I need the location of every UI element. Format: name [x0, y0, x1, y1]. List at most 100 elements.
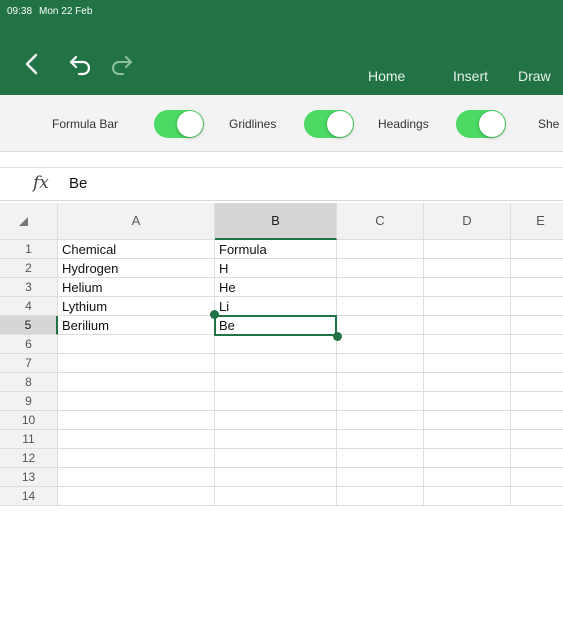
cell-d3[interactable]	[424, 278, 511, 297]
undo-icon[interactable]	[67, 50, 95, 78]
tab-draw[interactable]: Draw	[518, 68, 551, 84]
cell-d2[interactable]	[424, 259, 511, 278]
cell-c3[interactable]	[337, 278, 424, 297]
cell-e9[interactable]	[511, 392, 563, 411]
column-header-b[interactable]: B	[215, 203, 337, 240]
cell-d1[interactable]	[424, 240, 511, 259]
cell-c14[interactable]	[337, 487, 424, 506]
cell-a4[interactable]: Lythium	[58, 297, 215, 316]
row-header-12[interactable]: 12	[0, 449, 58, 468]
selection-handle-bottom-right[interactable]	[333, 332, 342, 341]
cell-d7[interactable]	[424, 354, 511, 373]
cell-e4[interactable]	[511, 297, 563, 316]
cell-a1[interactable]: Chemical	[58, 240, 215, 259]
cell-d8[interactable]	[424, 373, 511, 392]
cell-a9[interactable]	[58, 392, 215, 411]
cell-c1[interactable]	[337, 240, 424, 259]
column-header-e[interactable]: E	[511, 203, 563, 240]
cell-d12[interactable]	[424, 449, 511, 468]
row-header-1[interactable]: 1	[0, 240, 58, 259]
back-icon[interactable]	[18, 50, 46, 78]
redo-icon[interactable]	[107, 50, 135, 78]
cell-a10[interactable]	[58, 411, 215, 430]
formula-bar-toggle[interactable]	[154, 110, 204, 138]
cell-a6[interactable]	[58, 335, 215, 354]
cell-b13[interactable]	[215, 468, 337, 487]
cell-b7[interactable]	[215, 354, 337, 373]
cell-b14[interactable]	[215, 487, 337, 506]
cell-a11[interactable]	[58, 430, 215, 449]
cell-b11[interactable]	[215, 430, 337, 449]
cell-e5[interactable]	[511, 316, 563, 335]
row-header-2[interactable]: 2	[0, 259, 58, 278]
column-header-c[interactable]: C	[337, 203, 424, 240]
cell-c4[interactable]	[337, 297, 424, 316]
tab-home[interactable]: Home	[368, 68, 405, 84]
cell-a12[interactable]	[58, 449, 215, 468]
cell-d5[interactable]	[424, 316, 511, 335]
cell-a13[interactable]	[58, 468, 215, 487]
cell-d10[interactable]	[424, 411, 511, 430]
cell-e7[interactable]	[511, 354, 563, 373]
row-header-10[interactable]: 10	[0, 411, 58, 430]
cell-a5[interactable]: Berilium	[58, 316, 215, 335]
row-header-3[interactable]: 3	[0, 278, 58, 297]
row-header-4[interactable]: 4	[0, 297, 58, 316]
cell-d4[interactable]	[424, 297, 511, 316]
cell-e10[interactable]	[511, 411, 563, 430]
cell-e1[interactable]	[511, 240, 563, 259]
row-header-13[interactable]: 13	[0, 468, 58, 487]
tab-insert[interactable]: Insert	[453, 68, 488, 84]
cell-c5[interactable]	[337, 316, 424, 335]
cell-e14[interactable]	[511, 487, 563, 506]
selection-handle-top-left[interactable]	[210, 310, 219, 319]
gridlines-toggle[interactable]	[304, 110, 354, 138]
cell-d14[interactable]	[424, 487, 511, 506]
cell-d9[interactable]	[424, 392, 511, 411]
cell-c13[interactable]	[337, 468, 424, 487]
cell-e8[interactable]	[511, 373, 563, 392]
cell-e11[interactable]	[511, 430, 563, 449]
row-header-7[interactable]: 7	[0, 354, 58, 373]
cell-b6[interactable]	[215, 335, 337, 354]
row-header-9[interactable]: 9	[0, 392, 58, 411]
cell-c12[interactable]	[337, 449, 424, 468]
cell-b1[interactable]: Formula	[215, 240, 337, 259]
cell-b4[interactable]: Li	[215, 297, 337, 316]
cell-a14[interactable]	[58, 487, 215, 506]
cell-b12[interactable]	[215, 449, 337, 468]
row-header-14[interactable]: 14	[0, 487, 58, 506]
select-all-corner[interactable]	[0, 203, 58, 240]
cell-e2[interactable]	[511, 259, 563, 278]
headings-toggle[interactable]	[456, 110, 506, 138]
cell-d13[interactable]	[424, 468, 511, 487]
cell-a8[interactable]	[58, 373, 215, 392]
cell-b8[interactable]	[215, 373, 337, 392]
spreadsheet-grid[interactable]: A B C D E 1 Chemical Formula 2 Hydrogen H 3 Helium He…	[0, 203, 563, 628]
column-header-a[interactable]: A	[58, 203, 215, 240]
cell-c2[interactable]	[337, 259, 424, 278]
row-header-6[interactable]: 6	[0, 335, 58, 354]
cell-b10[interactable]	[215, 411, 337, 430]
cell-b2[interactable]: H	[215, 259, 337, 278]
cell-d6[interactable]	[424, 335, 511, 354]
cell-e3[interactable]	[511, 278, 563, 297]
cell-d11[interactable]	[424, 430, 511, 449]
formula-bar[interactable]: fx Be	[0, 167, 563, 201]
cell-a3[interactable]: Helium	[58, 278, 215, 297]
row-header-11[interactable]: 11	[0, 430, 58, 449]
row-header-8[interactable]: 8	[0, 373, 58, 392]
formula-value[interactable]: Be	[69, 175, 87, 192]
cell-e12[interactable]	[511, 449, 563, 468]
cell-e6[interactable]	[511, 335, 563, 354]
cell-c11[interactable]	[337, 430, 424, 449]
cell-c10[interactable]	[337, 411, 424, 430]
cell-c7[interactable]	[337, 354, 424, 373]
cell-e13[interactable]	[511, 468, 563, 487]
cell-a7[interactable]	[58, 354, 215, 373]
cell-a2[interactable]: Hydrogen	[58, 259, 215, 278]
cell-c6[interactable]	[337, 335, 424, 354]
cell-c8[interactable]	[337, 373, 424, 392]
cell-c9[interactable]	[337, 392, 424, 411]
row-header-5[interactable]: 5	[0, 316, 58, 335]
